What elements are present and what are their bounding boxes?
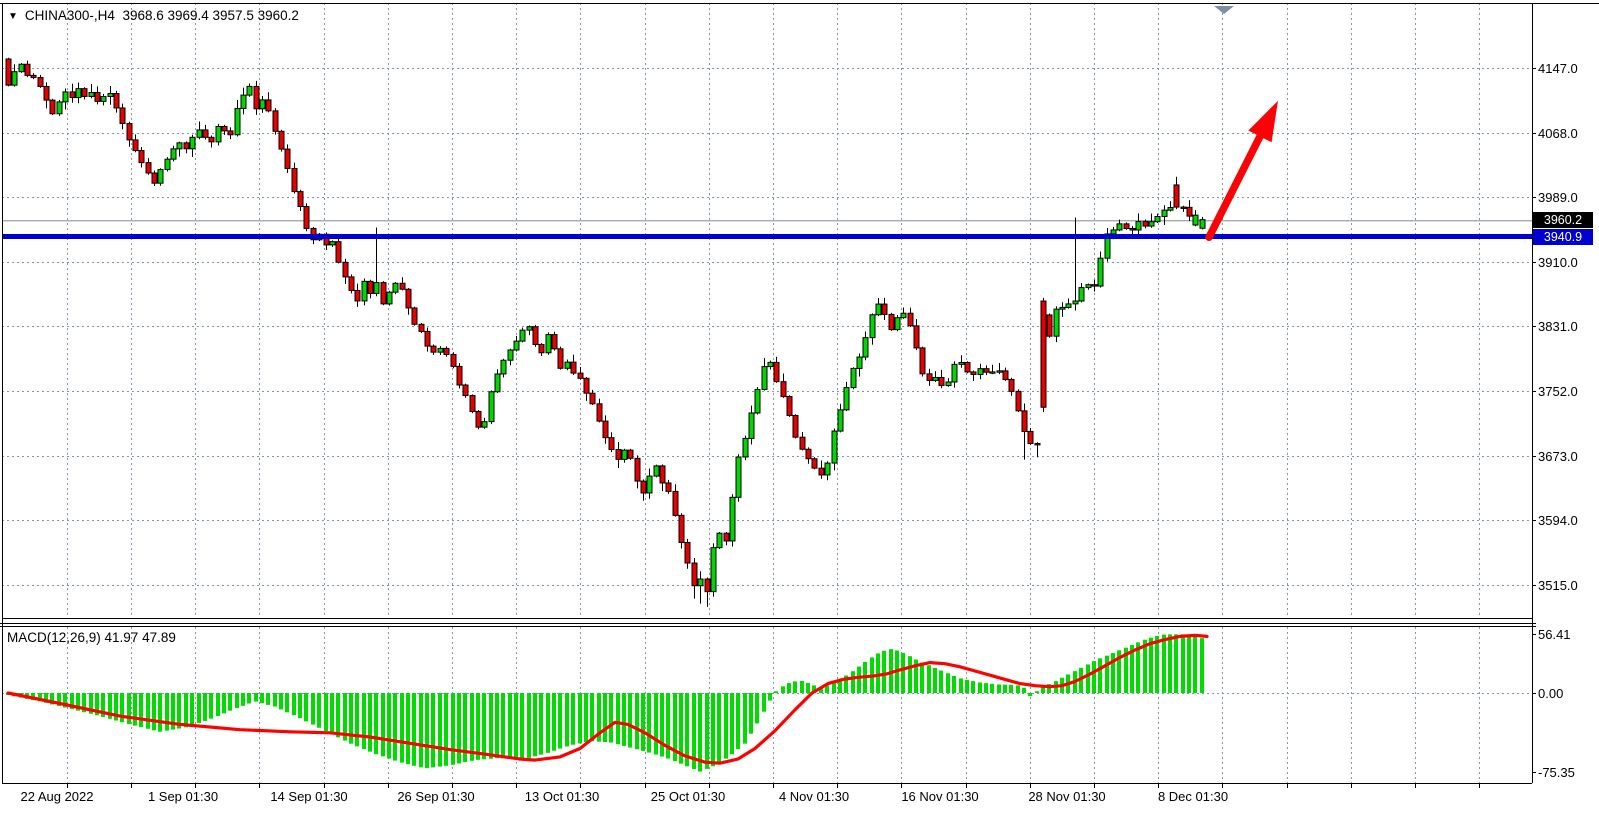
support-price-tag: 3940.9 (1533, 229, 1593, 245)
time-axis-label: 14 Sep 01:30 (270, 789, 347, 804)
symbol-title: ▼ CHINA300-,H4 3968.6 3969.4 3957.5 3960.… (8, 8, 299, 23)
scroll-marker-icon[interactable] (1214, 6, 1234, 14)
price-axis-label: 4147.0 (1538, 61, 1578, 76)
time-axis-label: 25 Oct 01:30 (651, 789, 725, 804)
macd-indicator-label: MACD(12,26,9) 41.97 47.89 (7, 630, 176, 645)
candles (6, 58, 1205, 607)
time-axis-label: 8 Dec 01:30 (1158, 789, 1228, 804)
price-axis-label: 3515.0 (1538, 578, 1578, 593)
price-axis-label: 3673.0 (1538, 449, 1578, 464)
price-axis-label: 3989.0 (1538, 190, 1578, 205)
chart-canvas[interactable] (0, 0, 1599, 813)
grid-lines (2, 3, 1532, 783)
time-axis-label: 28 Nov 01:30 (1028, 789, 1105, 804)
price-axis-label: 3752.0 (1538, 384, 1578, 399)
price-axis-label: 3594.0 (1538, 513, 1578, 528)
trading-chart-window: ▼ CHINA300-,H4 3968.6 3969.4 3957.5 3960.… (0, 0, 1599, 813)
price-axis-label: 3910.0 (1538, 255, 1578, 270)
time-axis-label: 1 Sep 01:30 (148, 789, 218, 804)
chevron-down-icon[interactable]: ▼ (8, 11, 18, 22)
time-axis-label: 4 Nov 01:30 (779, 789, 849, 804)
symbol-name: CHINA300-,H4 (25, 8, 115, 23)
macd-histogram (6, 634, 1204, 771)
time-axis-label: 13 Oct 01:30 (525, 789, 599, 804)
macd-axis-label: -75.35 (1538, 765, 1575, 780)
time-axis-label: 26 Sep 01:30 (397, 789, 474, 804)
ohlc-quote: 3968.6 3969.4 3957.5 3960.2 (122, 8, 298, 23)
trend-arrow[interactable] (1209, 101, 1278, 238)
price-axis-label: 3831.0 (1538, 319, 1578, 334)
time-axis-label: 16 Nov 01:30 (901, 789, 978, 804)
price-axis-label: 4068.0 (1538, 126, 1578, 141)
macd-axis-label: 0.00 (1538, 686, 1563, 701)
macd-axis-label: 56.41 (1538, 627, 1571, 642)
current-price-tag: 3960.2 (1533, 212, 1593, 228)
time-axis-label: 22 Aug 2022 (20, 789, 93, 804)
